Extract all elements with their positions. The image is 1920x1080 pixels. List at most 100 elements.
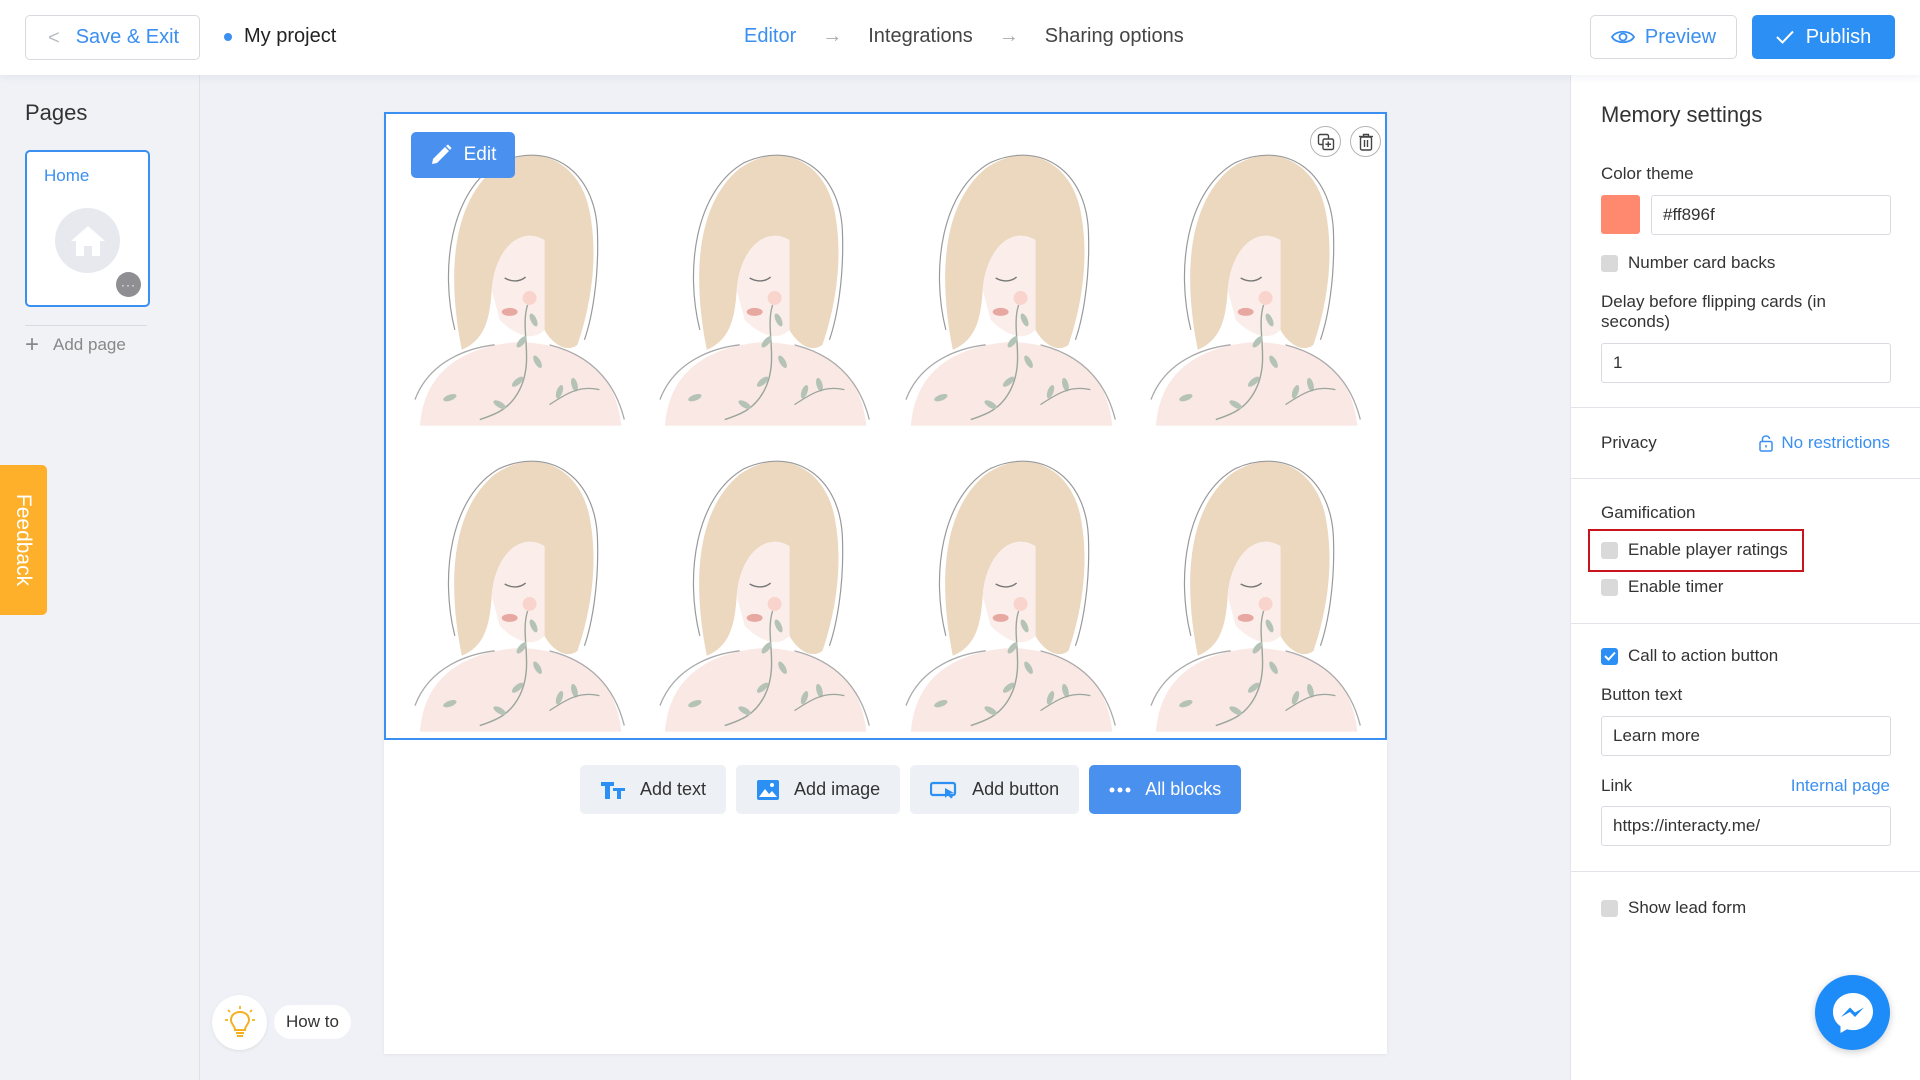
settings-panel: Memory settings Color theme Number card …: [1570, 75, 1920, 1080]
add-page-label: Add page: [53, 335, 126, 354]
checkbox-icon: [1601, 541, 1618, 559]
all-blocks-button[interactable]: All blocks: [1089, 765, 1242, 814]
eye-icon: [1610, 30, 1635, 44]
button-icon: [930, 781, 957, 798]
step-editor[interactable]: Editor: [744, 25, 796, 48]
delay-label: Delay before flipping cards (in seconds): [1601, 292, 1826, 331]
chevron-left-icon: <: [48, 26, 60, 49]
plus-icon: +: [25, 331, 40, 358]
divider: [1571, 871, 1920, 872]
divider: [1571, 478, 1920, 479]
edit-button[interactable]: Edit: [411, 132, 515, 178]
add-page-button[interactable]: + Add page: [25, 331, 126, 359]
privacy-value: No restrictions: [1781, 433, 1890, 452]
save-exit-label: Save & Exit: [75, 26, 180, 48]
card-illustration-image: [1150, 460, 1361, 732]
color-theme-input[interactable]: [1651, 195, 1891, 235]
card-illustration-image: [904, 154, 1116, 426]
arrow-right-icon: →: [822, 25, 843, 47]
lock-icon: [1759, 435, 1774, 452]
messenger-chat-button[interactable]: [1815, 975, 1890, 1050]
color-swatch[interactable]: [1601, 195, 1640, 234]
checkbox-icon: [1601, 254, 1618, 272]
duplicate-icon: [1317, 133, 1334, 150]
top-bar: < Save & Exit My project Editor → Integr…: [0, 0, 1920, 75]
add-text-button[interactable]: Add text: [580, 765, 727, 814]
editor-canvas: Edit Add text Add image Add button All b…: [384, 112, 1387, 1054]
checkbox-checked-icon: [1601, 647, 1618, 665]
card-illustration-image: [659, 460, 871, 732]
color-theme-label: Color theme: [1601, 164, 1694, 183]
call-to-action-label: Call to action button: [1628, 646, 1779, 665]
privacy-setting-link[interactable]: No restrictions: [1759, 433, 1890, 453]
enable-timer-label: Enable timer: [1628, 577, 1724, 596]
delete-block-button[interactable]: [1350, 126, 1381, 157]
step-navigation: Editor → Integrations → Sharing options: [744, 25, 1184, 48]
page-card-home[interactable]: Home ···: [25, 150, 150, 307]
status-dot-icon: [224, 32, 232, 41]
divider: [1571, 407, 1920, 408]
pages-title: Pages: [25, 100, 88, 125]
home-icon: [55, 208, 120, 273]
memory-card: [1136, 128, 1375, 428]
link-label: Link: [1601, 776, 1633, 795]
publish-label: Publish: [1805, 25, 1872, 48]
card-illustration-image: [414, 460, 625, 732]
trash-icon: [1358, 133, 1373, 151]
call-to-action-checkbox[interactable]: Call to action button: [1601, 646, 1778, 666]
arrow-right-icon: →: [998, 25, 1019, 47]
all-blocks-label: All blocks: [1145, 779, 1222, 799]
text-icon: [601, 781, 625, 799]
project-name-label: My project: [244, 25, 337, 47]
publish-button[interactable]: Publish: [1752, 15, 1895, 59]
delay-input[interactable]: [1601, 343, 1891, 383]
card-illustration-image: [904, 460, 1116, 732]
check-icon: [1775, 30, 1794, 44]
button-text-input[interactable]: [1601, 716, 1891, 756]
save-exit-button[interactable]: < Save & Exit: [25, 15, 200, 60]
add-text-label: Add text: [640, 779, 707, 799]
dots-icon: [1109, 787, 1131, 792]
privacy-label: Privacy: [1601, 433, 1657, 452]
memory-card: [891, 434, 1130, 734]
memory-card: [891, 128, 1130, 428]
add-button-label: Add button: [972, 779, 1060, 799]
lightbulb-icon[interactable]: [212, 995, 267, 1050]
checkbox-icon: [1601, 578, 1618, 596]
preview-button[interactable]: Preview: [1590, 15, 1737, 59]
page-more-button[interactable]: ···: [116, 272, 141, 297]
card-illustration-image: [1150, 154, 1361, 426]
show-lead-form-checkbox[interactable]: Show lead form: [1601, 898, 1746, 918]
enable-player-ratings-checkbox[interactable]: Enable player ratings: [1601, 540, 1788, 560]
memory-card: [645, 128, 884, 428]
memory-card: [645, 434, 884, 734]
how-to-button[interactable]: How to: [274, 1005, 351, 1039]
card-illustration-image: [659, 154, 871, 426]
duplicate-block-button[interactable]: [1310, 126, 1341, 157]
number-card-backs-label: Number card backs: [1628, 253, 1776, 272]
add-image-button[interactable]: Add image: [736, 765, 901, 814]
feedback-tab[interactable]: Feedback: [0, 465, 47, 615]
show-lead-form-label: Show lead form: [1628, 898, 1747, 917]
add-block-toolbar: Add text Add image Add button All blocks: [580, 765, 1242, 814]
enable-player-ratings-label: Enable player ratings: [1628, 540, 1788, 559]
add-button-button[interactable]: Add button: [910, 765, 1080, 814]
step-sharing-options[interactable]: Sharing options: [1045, 25, 1184, 48]
add-image-label: Add image: [794, 779, 881, 799]
feedback-label: Feedback: [12, 493, 36, 587]
internal-page-link[interactable]: Internal page: [1791, 776, 1890, 796]
checkbox-icon: [1601, 899, 1618, 917]
divider: [25, 325, 147, 326]
link-input[interactable]: [1601, 806, 1891, 846]
number-card-backs-checkbox[interactable]: Number card backs: [1601, 253, 1775, 273]
project-name[interactable]: My project: [224, 25, 336, 48]
enable-timer-checkbox[interactable]: Enable timer: [1601, 577, 1723, 597]
step-integrations[interactable]: Integrations: [868, 25, 973, 48]
memory-card: [1136, 434, 1375, 734]
memory-game-block[interactable]: Edit: [384, 112, 1387, 740]
gamification-label: Gamification: [1601, 503, 1696, 522]
memory-card: [400, 434, 639, 734]
edit-label: Edit: [463, 144, 497, 165]
card-grid: [400, 128, 1375, 732]
image-icon: [757, 779, 780, 800]
